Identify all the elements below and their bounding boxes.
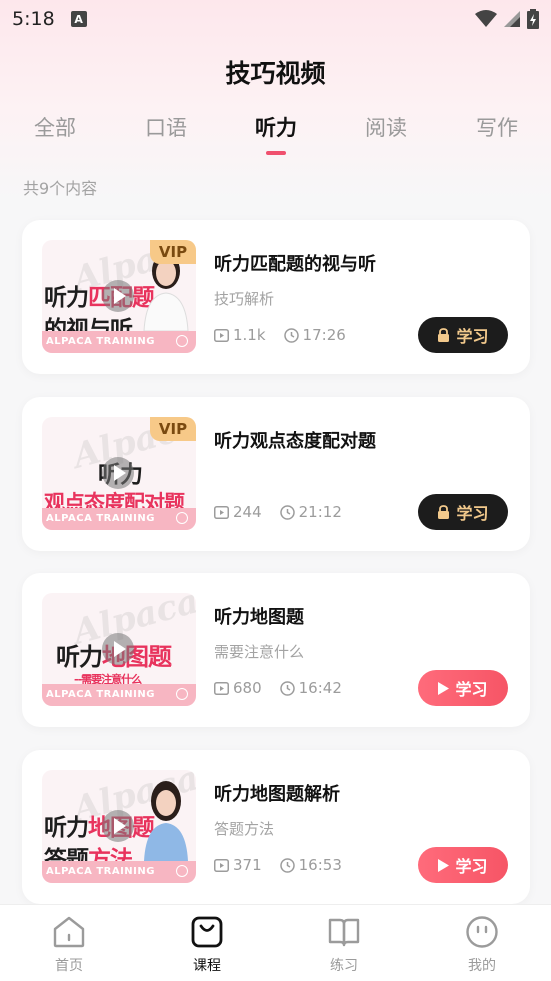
nav-course[interactable]: 课程 (167, 915, 247, 975)
course-icon (191, 916, 223, 948)
lock-icon (438, 327, 450, 342)
profile-icon (466, 916, 498, 948)
video-thumbnail[interactable]: Alpaca 听力 观点态度配对题 VIP ALPACA TRAINING (42, 417, 196, 530)
video-views-icon (214, 505, 229, 519)
tab-listening[interactable]: 听力 (236, 112, 316, 142)
status-bar: 5:18 A (0, 0, 551, 38)
tab-active-indicator (266, 151, 286, 155)
tab-reading[interactable]: 阅读 (346, 112, 426, 142)
views: 371 (214, 856, 262, 874)
study-button[interactable]: 学习 (418, 670, 508, 706)
headphone-icon (176, 512, 188, 524)
video-card[interactable]: Alpaca 听力地图题 --需要注意什么 ALPACA TRAINING 听力… (22, 573, 530, 727)
study-button[interactable]: 学习 (418, 494, 508, 530)
video-card[interactable]: Alpaca 听力地图题 答题方法 ALPACA TRAINING 听力地图题解… (22, 750, 530, 904)
video-views-icon (214, 858, 229, 872)
page-title: 技巧视频 (225, 59, 326, 88)
bottom-navigation: 首页 课程 练习 我的 (0, 904, 551, 981)
video-thumbnail[interactable]: Alpaca 听力地图题 --需要注意什么 ALPACA TRAINING (42, 593, 196, 706)
card-subtitle: 技巧解析 (214, 290, 275, 308)
play-triangle-icon (438, 858, 450, 872)
instructor-photo (144, 781, 188, 861)
status-time: 5:18 (12, 8, 55, 30)
views: 680 (214, 679, 262, 697)
a-icon: A (70, 11, 87, 27)
card-meta: 1.1k 17:26 (214, 326, 364, 344)
thumb-banner: ALPACA TRAINING (42, 684, 196, 706)
card-subtitle: 答题方法 (214, 820, 275, 838)
play-triangle-icon (438, 681, 450, 695)
study-button[interactable]: 学习 (418, 317, 508, 353)
video-thumbnail[interactable]: Alpaca 听力匹配题 的视与听 VIP ALPACA TRAINING (42, 240, 196, 353)
headphone-icon (176, 688, 188, 700)
thumb-headline: 听力匹配题 (44, 285, 155, 311)
signal-icon (504, 11, 520, 27)
card-meta: 244 21:12 (214, 503, 360, 521)
video-card[interactable]: Alpaca 听力匹配题 的视与听 VIP ALPACA TRAINING 听力… (22, 220, 530, 374)
vip-badge: VIP (150, 417, 196, 441)
clock-icon (279, 680, 295, 696)
video-views-icon (214, 328, 229, 342)
nav-home[interactable]: 首页 (29, 915, 109, 975)
nav-practice[interactable]: 练习 (304, 915, 384, 975)
views: 244 (214, 503, 262, 521)
duration: 16:53 (279, 856, 342, 874)
vip-badge: VIP (150, 240, 196, 264)
clock-icon (279, 504, 295, 520)
card-subtitle: 需要注意什么 (214, 643, 305, 661)
play-icon (102, 810, 134, 842)
views: 1.1k (214, 326, 266, 344)
card-title: 听力地图题解析 (214, 784, 340, 805)
tab-writing[interactable]: 写作 (457, 112, 537, 142)
clock-icon (279, 857, 295, 873)
play-icon (102, 457, 134, 489)
duration: 21:12 (279, 503, 342, 521)
home-icon (53, 916, 85, 948)
thumb-banner: ALPACA TRAINING (42, 331, 196, 353)
headphone-icon (176, 865, 188, 877)
content-count: 共9个内容 (23, 179, 98, 198)
book-icon (328, 918, 360, 947)
study-button[interactable]: 学习 (418, 847, 508, 883)
thumb-banner: ALPACA TRAINING (42, 861, 196, 883)
thumb-headline: 听力地图题 (44, 815, 155, 841)
category-tabs: 全部 口语 听力 阅读 写作 (0, 112, 551, 160)
thumb-banner: ALPACA TRAINING (42, 508, 196, 530)
play-icon (102, 633, 134, 665)
clock-icon (283, 327, 299, 343)
video-card[interactable]: Alpaca 听力 观点态度配对题 VIP ALPACA TRAINING 听力… (22, 397, 530, 551)
nav-profile[interactable]: 我的 (442, 915, 522, 975)
video-thumbnail[interactable]: Alpaca 听力地图题 答题方法 ALPACA TRAINING (42, 770, 196, 883)
lock-icon (438, 504, 450, 519)
status-icons (475, 9, 539, 29)
card-title: 听力观点态度配对题 (214, 431, 376, 452)
duration: 17:26 (283, 326, 346, 344)
play-icon (102, 280, 134, 312)
duration: 16:42 (279, 679, 342, 697)
battery-icon (527, 9, 539, 29)
tab-speaking[interactable]: 口语 (126, 112, 206, 142)
tab-all[interactable]: 全部 (15, 112, 95, 142)
card-title: 听力匹配题的视与听 (214, 254, 376, 275)
headphone-icon (176, 335, 188, 347)
card-meta: 680 16:42 (214, 679, 360, 697)
wifi-icon (475, 10, 497, 27)
video-views-icon (214, 681, 229, 695)
card-meta: 371 16:53 (214, 856, 360, 874)
card-title: 听力地图题 (214, 607, 304, 628)
